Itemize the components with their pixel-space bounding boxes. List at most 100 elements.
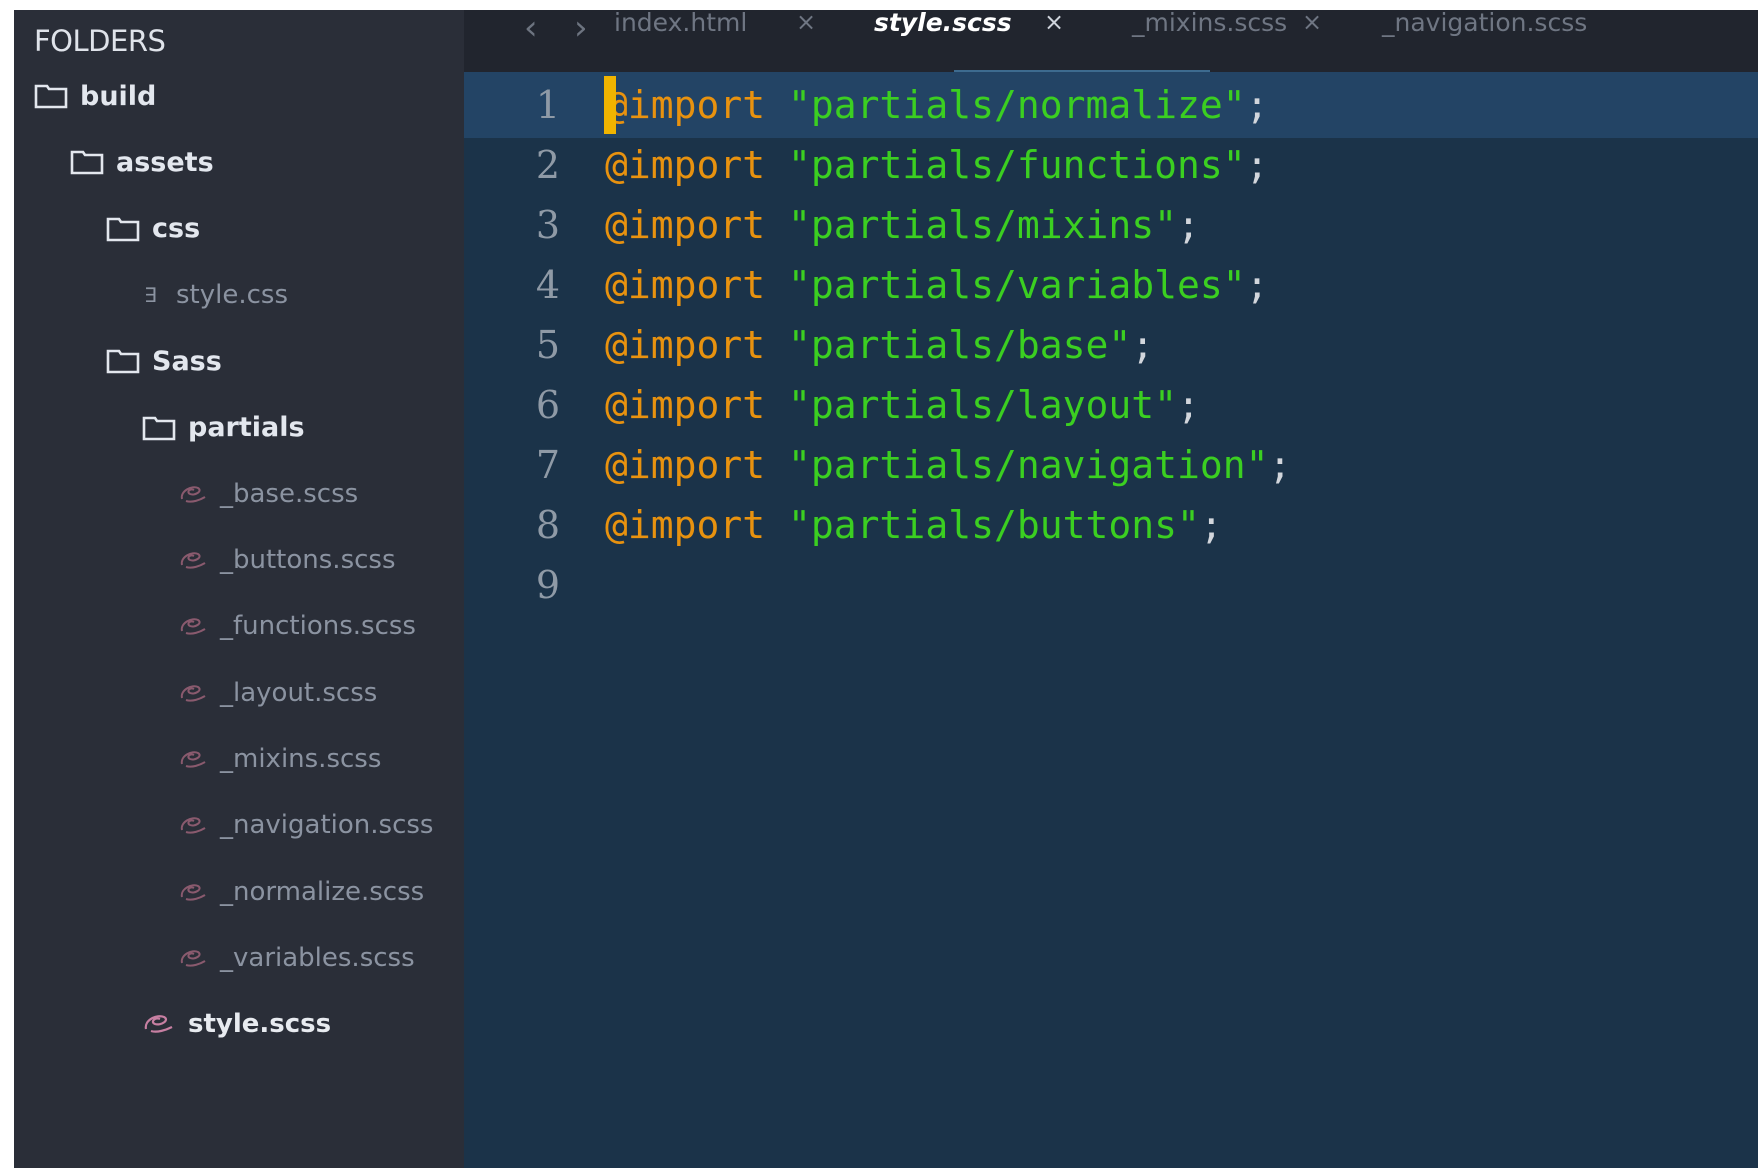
code-semicolon: ; xyxy=(1268,443,1292,487)
code-string: "partials/buttons" xyxy=(788,503,1200,547)
tree-item-label: _variables.scss xyxy=(220,942,415,973)
folder-icon xyxy=(142,415,176,441)
folder-icon xyxy=(106,348,140,374)
code-string: "partials/layout" xyxy=(788,383,1177,427)
code-keyword: @import xyxy=(605,263,766,307)
text-cursor xyxy=(604,76,616,134)
folder-icon xyxy=(106,216,140,242)
folder-icon-graphic xyxy=(106,217,140,241)
tree-item-label: Sass xyxy=(152,345,222,377)
folder-icon-shape xyxy=(142,416,176,440)
folder-icon-shape xyxy=(106,349,140,374)
tree-item-build[interactable]: build xyxy=(34,76,156,116)
sass-file-icon-graphic xyxy=(180,751,206,768)
tree-item-buttons-scss[interactable]: _buttons.scss xyxy=(178,540,396,580)
tree-item-label: build xyxy=(80,80,157,112)
sass-file-icon xyxy=(178,615,208,637)
tree-item-css[interactable]: css xyxy=(106,209,200,249)
code-keyword: @import xyxy=(605,383,766,427)
tree-item-label: _mixins.scss xyxy=(220,744,382,774)
close-icon[interactable]: × xyxy=(1044,10,1064,36)
code-line[interactable]: 9 xyxy=(464,552,1758,618)
tab-navigation-scss[interactable]: _navigation.scss xyxy=(1382,10,1682,72)
tree-item-base-scss[interactable]: _base.scss xyxy=(178,474,358,514)
sass-file-icon-shape xyxy=(180,486,206,503)
sass-file-icon xyxy=(178,881,208,903)
code-keyword: @import xyxy=(605,323,766,367)
tree-item-style-scss[interactable]: style.scss xyxy=(142,1004,331,1044)
code-line[interactable]: 4 @import "partials/variables"; xyxy=(464,252,1758,318)
sass-file-icon-graphic xyxy=(180,618,206,636)
code-string: "partials/normalize" xyxy=(788,83,1246,127)
sass-file-icon-graphic xyxy=(180,684,206,702)
folder-icon-graphic xyxy=(70,150,104,175)
css-file-icon-shape: ∃ xyxy=(144,284,157,306)
tab-style-scss[interactable]: style.scss × xyxy=(874,10,1104,72)
sass-file-icon xyxy=(178,748,208,770)
tree-item-variables-scss[interactable]: _variables.scss xyxy=(178,938,415,978)
css-file-icon-graphic: ∃ xyxy=(144,284,157,306)
code-editor[interactable]: 1 @import "partials/normalize"; 2 @import "… xyxy=(464,72,1758,1168)
tree-item-functions-scss[interactable]: _functions.scss xyxy=(178,606,416,646)
line-number: 6 xyxy=(535,383,560,427)
code-text: @import "partials/navigation"; xyxy=(605,432,1291,498)
line-number: 3 xyxy=(535,203,560,247)
close-icon[interactable]: × xyxy=(796,10,816,36)
code-line[interactable]: 7 @import "partials/navigation"; xyxy=(464,432,1758,498)
code-line[interactable]: 3 @import "partials/mixins"; xyxy=(464,192,1758,258)
tree-item-sass[interactable]: Sass xyxy=(106,341,222,381)
tab-index-html[interactable]: index.html × xyxy=(614,10,844,72)
tab-label: _navigation.scss xyxy=(1382,10,1588,37)
tree-item-normalize-scss[interactable]: _normalize.scss xyxy=(178,872,424,912)
code-line[interactable]: 6 @import "partials/layout"; xyxy=(464,372,1758,438)
code-line[interactable]: 2 @import "partials/functions"; xyxy=(464,132,1758,198)
folder-icon-shape xyxy=(106,217,140,241)
tree-item-label: assets xyxy=(116,146,214,178)
code-semicolon: ; xyxy=(1245,83,1269,127)
tree-item-style-css[interactable]: ∃ style.css xyxy=(142,275,288,315)
code-semicolon: ; xyxy=(1245,143,1269,187)
sass-file-icon-shape xyxy=(180,751,206,768)
code-keyword: @import xyxy=(605,443,766,487)
tree-item-layout-scss[interactable]: _layout.scss xyxy=(178,673,377,713)
sass-file-icon-shape xyxy=(180,618,206,636)
code-string: "partials/navigation" xyxy=(788,443,1269,487)
line-number: 8 xyxy=(535,503,560,547)
forward-arrow-icon[interactable]: › xyxy=(574,10,588,48)
code-line[interactable]: 1 @import "partials/normalize"; xyxy=(464,72,1758,138)
tab-bar: ‹ › index.html × style.scss × _mixins.sc… xyxy=(464,10,1758,72)
code-string: "partials/mixins" xyxy=(788,203,1177,247)
tab-mixins-scss[interactable]: _mixins.scss × xyxy=(1132,10,1372,72)
code-string: "partials/base" xyxy=(788,323,1132,367)
tree-item-mixins-scss[interactable]: _mixins.scss xyxy=(178,739,381,779)
tree-item-label: _layout.scss xyxy=(220,677,378,708)
code-line[interactable]: 5 @import "partials/base"; xyxy=(464,312,1758,378)
sass-file-icon-graphic xyxy=(180,883,206,901)
sass-file-icon xyxy=(178,682,208,704)
code-line[interactable]: 8 @import "partials/buttons"; xyxy=(464,492,1758,558)
tree-item-assets[interactable]: assets xyxy=(70,142,214,182)
code-string: "partials/variables" xyxy=(788,263,1246,307)
sidebar-title: FOLDERS xyxy=(34,24,166,58)
sass-file-icon-graphic xyxy=(180,950,206,967)
code-text: @import "partials/functions"; xyxy=(605,132,1269,198)
tree-item-navigation-scss[interactable]: _navigation.scss xyxy=(178,805,433,845)
folder-icon-shape xyxy=(70,150,104,175)
line-number: 1 xyxy=(535,83,560,127)
folder-icon-graphic xyxy=(106,349,140,374)
code-text: @import "partials/normalize"; xyxy=(605,72,1269,138)
sass-file-icon xyxy=(178,549,208,571)
folder-icon xyxy=(70,149,104,175)
line-number: 9 xyxy=(535,563,560,607)
sass-file-icon xyxy=(142,1012,176,1036)
tree-item-partials[interactable]: partials xyxy=(142,408,305,448)
back-arrow-icon[interactable]: ‹ xyxy=(524,10,538,48)
sass-file-icon-shape xyxy=(180,684,206,702)
sass-file-icon-graphic xyxy=(180,817,206,834)
close-icon[interactable]: × xyxy=(1302,10,1322,36)
